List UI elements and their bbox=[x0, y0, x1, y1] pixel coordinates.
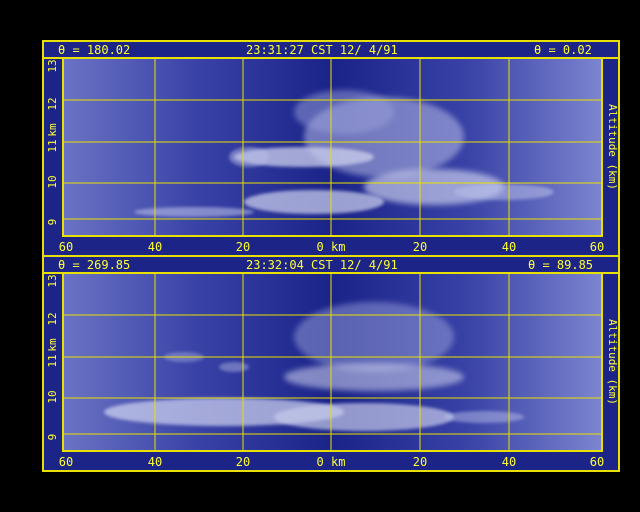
x-tick: 60 bbox=[590, 240, 604, 254]
y-axis-left: 13 12 11 10 9 km bbox=[46, 274, 59, 440]
y-tick-10: 10 bbox=[46, 175, 59, 188]
x-axis: 60 40 20 0 km 20 40 60 bbox=[59, 240, 604, 254]
x-tick: 0 km bbox=[317, 240, 346, 254]
plot-area bbox=[62, 57, 603, 237]
y-tick-9: 9 bbox=[46, 219, 59, 226]
right-axis-label: Altitude (km) bbox=[606, 104, 618, 190]
x-tick: 0 km bbox=[317, 455, 346, 469]
x-tick: 40 bbox=[148, 240, 162, 254]
plot-area bbox=[62, 272, 603, 452]
right-axis-label: Altitude (km) bbox=[606, 319, 618, 405]
lidar-panel-bottom-svg: θ = 269.85 23:32:04 CST 12/ 4/91 θ = 89.… bbox=[44, 258, 618, 469]
y-tick-12: 12 bbox=[46, 97, 59, 110]
y-tick-13: 13 bbox=[46, 274, 59, 287]
x-axis: 60 40 20 0 km 20 40 60 bbox=[59, 455, 604, 469]
y-tick-11: 11 bbox=[46, 354, 59, 367]
x-tick: 20 bbox=[413, 240, 427, 254]
x-tick: 60 bbox=[59, 240, 73, 254]
y-tick-12: 12 bbox=[46, 312, 59, 325]
y-axis-unit: km bbox=[46, 338, 59, 352]
y-tick-13: 13 bbox=[46, 59, 59, 72]
x-tick: 20 bbox=[236, 455, 250, 469]
x-tick: 60 bbox=[590, 455, 604, 469]
x-tick: 20 bbox=[236, 240, 250, 254]
x-tick: 60 bbox=[59, 455, 73, 469]
timestamp-label: 23:32:04 CST 12/ 4/91 bbox=[246, 258, 398, 272]
x-tick: 20 bbox=[413, 455, 427, 469]
timestamp-label: 23:31:27 CST 12/ 4/91 bbox=[246, 43, 398, 57]
theta-left-label: θ = 180.02 bbox=[58, 43, 130, 57]
y-tick-9: 9 bbox=[46, 434, 59, 441]
y-tick-11: 11 bbox=[46, 139, 59, 152]
y-axis-unit: km bbox=[46, 123, 59, 137]
theta-left-label: θ = 269.85 bbox=[58, 258, 130, 272]
lidar-panel-bottom: θ = 269.85 23:32:04 CST 12/ 4/91 θ = 89.… bbox=[42, 255, 620, 472]
x-tick: 40 bbox=[502, 240, 516, 254]
lidar-panel-top: θ = 180.02 23:31:27 CST 12/ 4/91 θ = 0.0… bbox=[42, 40, 620, 257]
theta-right-label: θ = 89.85 bbox=[528, 258, 593, 272]
y-axis-left: 13 12 11 10 9 km bbox=[46, 59, 59, 225]
theta-right-label: θ = 0.02 bbox=[534, 43, 592, 57]
lidar-panel-top-svg: θ = 180.02 23:31:27 CST 12/ 4/91 θ = 0.0… bbox=[44, 43, 618, 254]
x-tick: 40 bbox=[148, 455, 162, 469]
y-tick-10: 10 bbox=[46, 390, 59, 403]
x-tick: 40 bbox=[502, 455, 516, 469]
